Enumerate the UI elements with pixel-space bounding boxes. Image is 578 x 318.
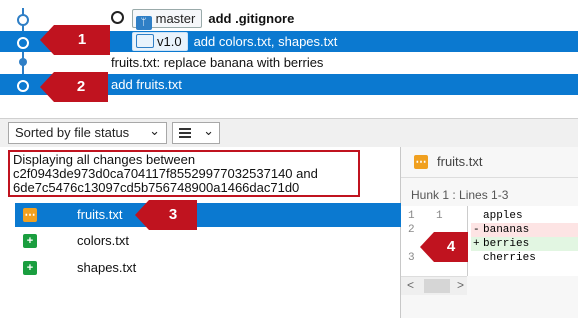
added-icon: + [23,261,37,275]
modified-icon: ⋯ [23,208,37,222]
commit-message: add fruits.txt [111,77,182,92]
changes-line: 6de7c5476c13097cd5b756748900a1466dac71d0 [13,180,300,195]
branch-badge: ᛘ master [131,9,203,30]
commit-row[interactable]: fruits.txt: replace banana with berries [0,52,578,73]
branch-icon: ᛘ [135,16,152,30]
file-item-fruits[interactable]: ⋯ fruits.txt [15,203,402,227]
callout-3: 3 [135,200,197,230]
changes-line: Displaying all changes between [13,152,196,167]
scroll-right-icon[interactable]: > [457,278,464,292]
view-mode-dropdown[interactable]: ⌄ [172,122,220,144]
commit-message: fruits.txt: replace banana with berries [111,55,324,70]
chevron-down-icon: ⌄ [203,123,214,138]
file-name: shapes.txt [77,260,137,275]
callout-2: 2 [40,72,108,102]
horizontal-scrollbar[interactable]: < > [401,276,467,295]
circle-icon [111,11,124,24]
sort-label: Sorted by file status [15,125,130,140]
diff-file-name: fruits.txt [437,154,483,169]
branch-label: master [155,11,196,26]
list-icon [179,128,191,138]
commit-node [17,80,29,92]
commit-message: add colors.txt, shapes.txt [193,34,338,49]
changed-files-pane: Displaying all changes between c2f0943de… [0,147,402,318]
commit-node [17,37,29,49]
commit-node [19,58,27,66]
file-item-colors[interactable]: + colors.txt [15,229,402,253]
chevron-down-icon: ⌄ [149,123,160,138]
modified-icon: ⋯ [414,155,428,169]
scroll-thumb[interactable] [424,279,450,293]
commit-message: add .gitignore [208,11,295,26]
diff-line-added: + berries [471,237,578,251]
tag-icon [136,34,154,48]
callout-1: 1 [40,25,110,55]
scroll-left-icon[interactable]: < [407,278,414,292]
tag-badge: v1.0 [132,32,188,51]
sort-dropdown[interactable]: Sorted by file status ⌄ [8,122,167,144]
file-item-shapes[interactable]: + shapes.txt [15,256,402,280]
file-toolbar: Sorted by file status ⌄ ⌄ [0,118,578,148]
file-name: colors.txt [77,233,130,248]
diff-line-removed: - bananas [471,223,578,237]
tag-label: v1.0 [157,34,182,49]
diff-line: 1 1 apples [408,210,523,222]
file-name: fruits.txt [77,207,123,222]
changes-line: c2f0943de973d0ca704117f85529977032537140… [13,166,318,181]
changes-message: Displaying all changes between c2f0943de… [8,150,360,197]
commit-node [17,14,29,26]
callout-4: 4 [420,232,468,262]
diff-header: ⋯ fruits.txt [401,147,578,178]
hunk-header: Hunk 1 : Lines 1-3 [411,188,509,202]
added-icon: + [23,234,37,248]
line-number: 2 [408,224,415,236]
